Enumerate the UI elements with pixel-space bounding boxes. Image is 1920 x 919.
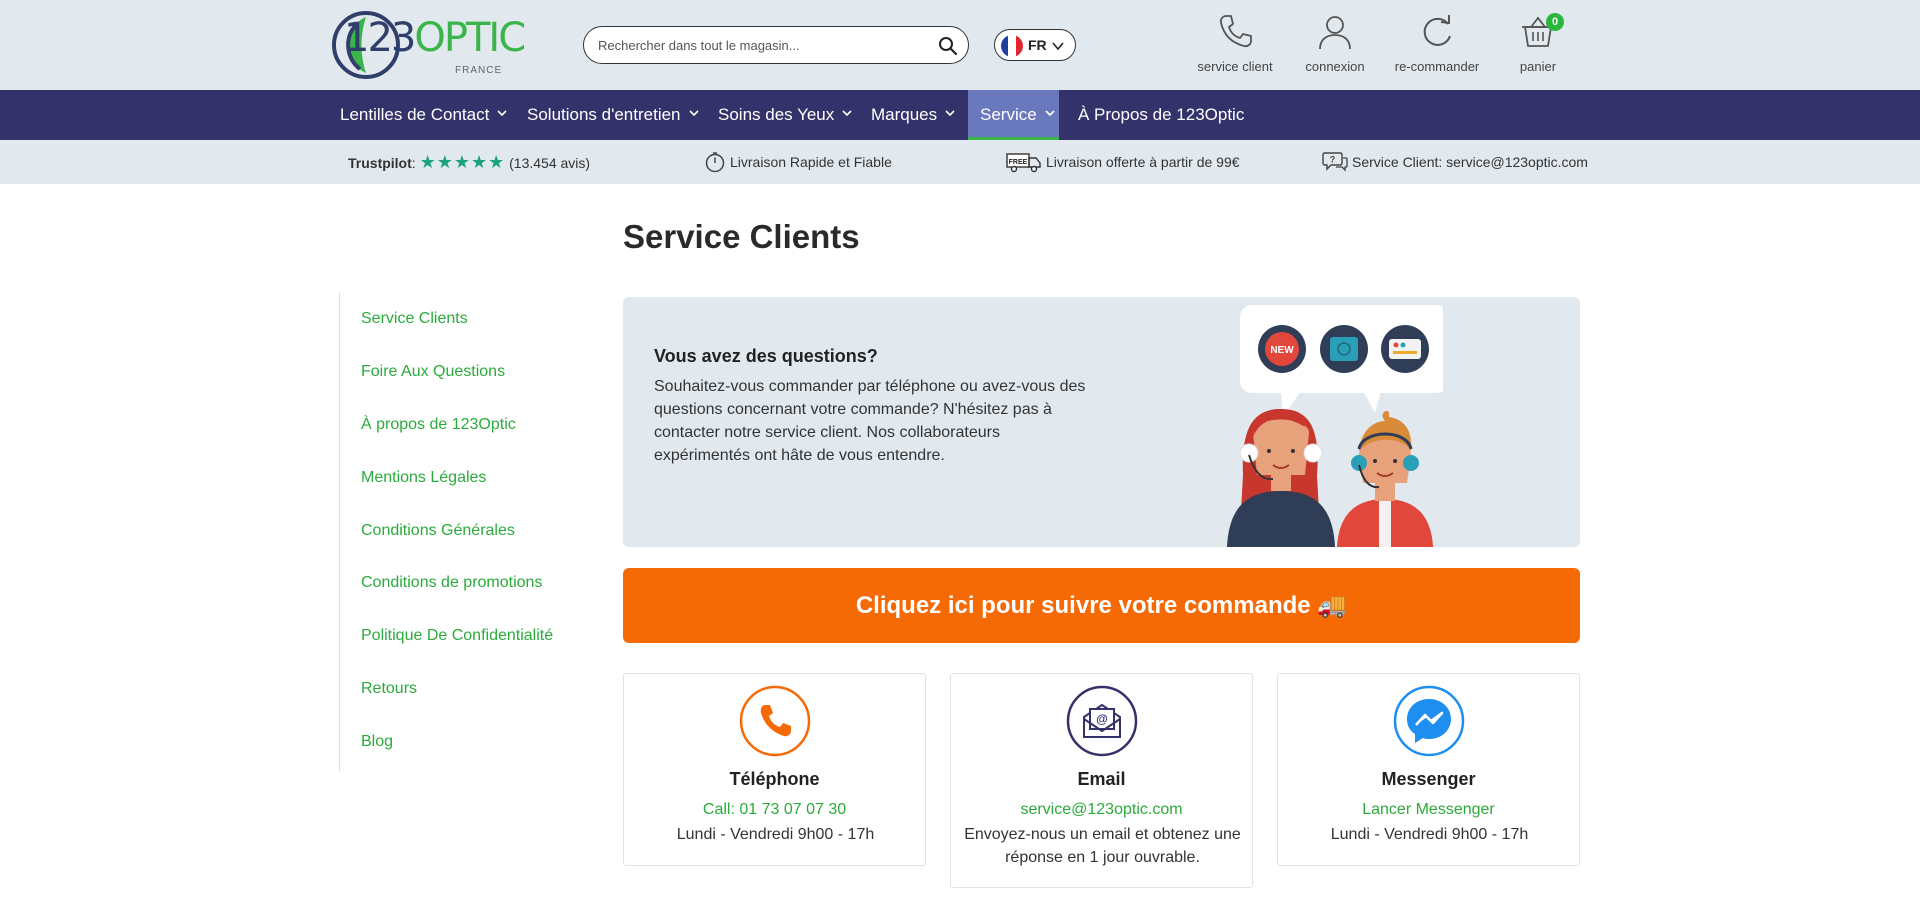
user-icon bbox=[1319, 16, 1351, 50]
track-order-button[interactable]: Cliquez ici pour suivre votre commande 🚚 bbox=[623, 568, 1580, 643]
reorder-link[interactable]: re-commander bbox=[1387, 12, 1487, 78]
sidebar-item-conditions-generales[interactable]: Conditions Générales bbox=[361, 522, 515, 540]
review-count: (13.454 avis) bbox=[509, 155, 591, 171]
cart-count-badge: 0 bbox=[1546, 13, 1564, 31]
email-icon[interactable]: @ bbox=[1066, 685, 1138, 757]
messenger-icon[interactable] bbox=[1393, 685, 1465, 757]
free-delivery-truck-icon: FREE bbox=[1006, 153, 1041, 173]
card-title: Messenger bbox=[1381, 769, 1476, 789]
nav-item-label: Service bbox=[980, 105, 1037, 124]
sidebar-item-blog[interactable]: Blog bbox=[361, 733, 393, 751]
trustpilot-label: Trustpilot bbox=[348, 155, 412, 171]
sidebar-item-faq[interactable]: Foire Aux Questions bbox=[361, 363, 505, 381]
service-client-link[interactable]: service client bbox=[1185, 12, 1285, 78]
chevron-down-icon bbox=[497, 110, 507, 117]
nav-item-label: Lentilles de Contact bbox=[340, 105, 490, 124]
reorder-icon bbox=[1423, 15, 1451, 46]
language-selector[interactable]: FR bbox=[994, 29, 1076, 61]
sidebar-item-confidentialite[interactable]: Politique De Confidentialité bbox=[361, 627, 553, 645]
card-hours: Lundi - Vendredi 9h00 - 17h bbox=[1330, 826, 1529, 843]
free-shipping-text: Livraison offerte à partir de 99€ bbox=[1046, 154, 1240, 170]
cart-link[interactable]: 0 panier bbox=[1488, 12, 1588, 78]
nav-item-soins[interactable]: Soins des Yeux bbox=[706, 90, 864, 140]
phone-icon bbox=[1219, 15, 1252, 48]
messenger-card: Messenger Lancer Messenger Lundi - Vendr… bbox=[1277, 673, 1580, 866]
search-box bbox=[583, 26, 969, 64]
search-input[interactable] bbox=[598, 35, 918, 55]
questions-heading: Vous avez des questions? bbox=[654, 346, 878, 366]
questions-banner: Vous avez des questions? Souhaitez-vous … bbox=[623, 297, 1580, 547]
chevron-down-icon bbox=[842, 110, 852, 117]
connexion-link[interactable]: connexion bbox=[1285, 12, 1385, 78]
phone-number-link[interactable]: Call: 01 73 07 07 30 bbox=[624, 801, 925, 819]
customer-service-illustration: NEW bbox=[1227, 305, 1443, 547]
nav-item-label: Solutions d'entretien bbox=[527, 105, 681, 124]
connexion-label: connexion bbox=[1305, 59, 1365, 74]
card-description: Envoyez-nous un email et obtenez une rép… bbox=[964, 826, 1241, 866]
trustpilot-rating[interactable]: Trustpilot: ★★★★★ (13.454 avis) bbox=[348, 140, 590, 184]
free-badge-text: FREE bbox=[1009, 159, 1028, 166]
nav-item-label: Marques bbox=[871, 105, 938, 124]
nav-item-label: À Propos de 123Optic bbox=[1078, 105, 1245, 124]
sidebar-menu: Service Clients Foire Aux Questions À pr… bbox=[339, 293, 553, 771]
email-link[interactable]: service@123optic.com bbox=[951, 801, 1252, 819]
nav-item-label: Soins des Yeux bbox=[718, 105, 835, 124]
logo[interactable]: 123OPTIC FRANCE bbox=[330, 10, 526, 80]
chevron-down-icon bbox=[1052, 42, 1064, 51]
trust-bar: Trustpilot: ★★★★★ (13.454 avis) Livraiso… bbox=[0, 140, 1920, 184]
service-contact-text: Service Client: service@123optic.com bbox=[1352, 154, 1588, 170]
logo-subtitle: FRANCE bbox=[455, 65, 503, 76]
sidebar-item-mentions-legales[interactable]: Mentions Légales bbox=[361, 469, 486, 487]
france-flag-icon bbox=[1001, 35, 1023, 57]
stopwatch-icon bbox=[705, 152, 725, 173]
svg-text:?: ? bbox=[1330, 155, 1336, 165]
chevron-down-icon bbox=[1045, 110, 1055, 117]
chevron-down-icon bbox=[688, 110, 699, 117]
svg-text:@: @ bbox=[1096, 712, 1108, 726]
card-title: Téléphone bbox=[729, 769, 820, 789]
delivery-info: Livraison Rapide et Fiable bbox=[704, 140, 892, 184]
reorder-label: re-commander bbox=[1394, 59, 1480, 74]
logo-text: 123OPTIC bbox=[344, 15, 526, 61]
service-client-label: service client bbox=[1197, 59, 1273, 74]
chevron-down-icon bbox=[945, 110, 955, 117]
site-header: 123OPTIC FRANCE FR service client connex… bbox=[0, 0, 1920, 90]
nav-item-apropos[interactable]: À Propos de 123Optic bbox=[1068, 90, 1244, 140]
delivery-text: Livraison Rapide et Fiable bbox=[730, 154, 892, 170]
questions-text: Souhaitez-vous commander par téléphone o… bbox=[654, 378, 1086, 464]
phone-icon[interactable] bbox=[739, 685, 811, 757]
nav-item-lentilles[interactable]: Lentilles de Contact bbox=[329, 90, 519, 140]
language-code: FR bbox=[1028, 37, 1047, 53]
sidebar-item-conditions-promotions[interactable]: Conditions de promotions bbox=[361, 574, 542, 592]
cart-label: panier bbox=[1519, 59, 1557, 74]
sidebar-item-service-clients[interactable]: Service Clients bbox=[361, 310, 468, 328]
sidebar-item-a-propos[interactable]: À propos de 123Optic bbox=[361, 416, 516, 434]
sidebar-item-retours[interactable]: Retours bbox=[361, 680, 417, 698]
messenger-link[interactable]: Lancer Messenger bbox=[1278, 801, 1579, 819]
card-title: Email bbox=[1077, 769, 1126, 789]
nav-item-service[interactable]: Service bbox=[968, 90, 1059, 140]
card-hours: Lundi - Vendredi 9h00 - 17h bbox=[676, 826, 875, 843]
email-card: @ Email service@123optic.com Envoyez-nou… bbox=[950, 673, 1253, 888]
nav-item-marques[interactable]: Marques bbox=[860, 90, 967, 140]
free-shipping-info: FREE Livraison offerte à partir de 99€ bbox=[1006, 140, 1240, 184]
help-chat-icon: ? bbox=[1322, 152, 1348, 172]
new-badge-text: NEW bbox=[1270, 345, 1294, 356]
nav-item-solutions[interactable]: Solutions d'entretien bbox=[516, 90, 711, 140]
main-nav: Lentilles de Contact Solutions d'entreti… bbox=[0, 90, 1920, 140]
phone-card: Téléphone Call: 01 73 07 07 30 Lundi - V… bbox=[623, 673, 926, 866]
service-contact-info[interactable]: ? Service Client: service@123optic.com bbox=[1322, 140, 1588, 184]
rating-stars: ★★★★★ bbox=[419, 152, 506, 172]
page-title: Service Clients bbox=[623, 218, 860, 255]
search-icon[interactable] bbox=[938, 36, 958, 56]
